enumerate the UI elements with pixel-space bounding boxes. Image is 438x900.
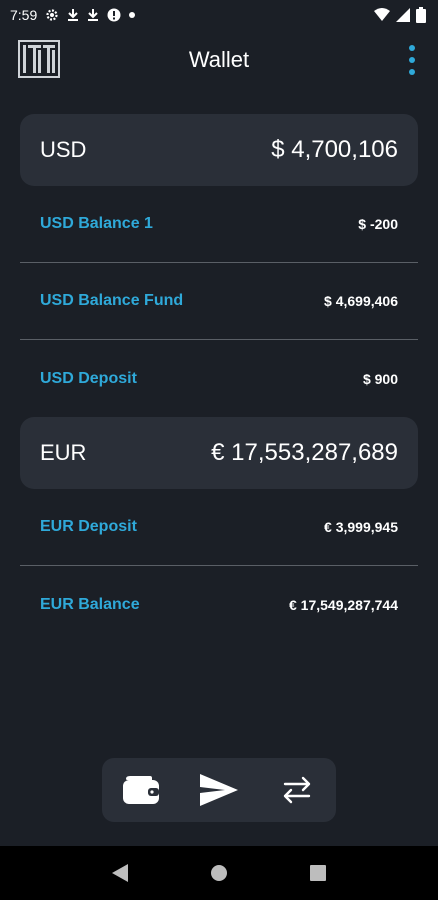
more-vert-icon[interactable] [406,45,418,75]
menu-dot [409,69,415,75]
account-name: USD Balance 1 [40,215,153,232]
status-bar: 7:59 [0,0,438,30]
wallet-list: USD $ 4,700,106 USD Balance 1 $ -200 USD… [20,114,418,643]
dot-icon [129,12,136,18]
recents-icon[interactable] [298,853,338,893]
account-row[interactable]: EUR Deposit € 3,999,945 [20,489,418,566]
cellular-icon [396,8,410,22]
back-icon[interactable] [100,853,140,893]
settings-icon [45,8,59,22]
account-amount: $ 4,699,406 [324,293,398,309]
account-amount: € 17,549,287,744 [289,596,398,613]
currency-code: EUR [40,440,87,465]
status-right [374,7,426,23]
currency-total: € 17,553,287,689 [211,439,398,466]
account-name: USD Deposit [40,369,137,387]
currency-card-eur[interactable]: EUR € 17,553,287,689 [20,417,418,489]
account-row[interactable]: USD Deposit $ 900 [20,340,418,417]
transfer-icon[interactable] [267,765,327,815]
download-icon [67,8,79,22]
bottom-nav [102,758,336,822]
account-name: EUR Balance [40,595,140,613]
account-name: EUR Deposit [40,518,137,535]
battery-icon [416,7,426,23]
wifi-icon [374,8,390,22]
app-logo-icon [18,40,60,83]
currency-total: $ 4,700,106 [271,136,398,163]
home-icon[interactable] [199,853,239,893]
account-amount: $ -200 [358,216,398,232]
send-icon[interactable] [189,765,249,815]
account-name: USD Balance Fund [40,292,184,309]
account-amount: $ 900 [362,370,398,387]
account-row[interactable]: USD Balance Fund $ 4,699,406 [20,263,418,340]
menu-dot [409,45,415,51]
app-bar: Wallet [0,30,438,90]
menu-dot [409,57,415,63]
alert-icon [107,8,121,22]
download-icon [87,8,99,22]
status-left: 7:59 [10,7,136,23]
account-row[interactable]: USD Balance 1 $ -200 [20,186,418,263]
wallet-icon[interactable] [111,765,171,815]
currency-code: USD [40,137,87,162]
page-title: Wallet [188,47,250,72]
currency-card-usd[interactable]: USD $ 4,700,106 [20,114,418,186]
account-row[interactable]: EUR Balance € 17,549,287,744 [20,566,418,643]
system-nav-bar [0,846,438,900]
account-amount: € 3,999,945 [324,519,398,535]
status-time: 7:59 [10,7,38,23]
